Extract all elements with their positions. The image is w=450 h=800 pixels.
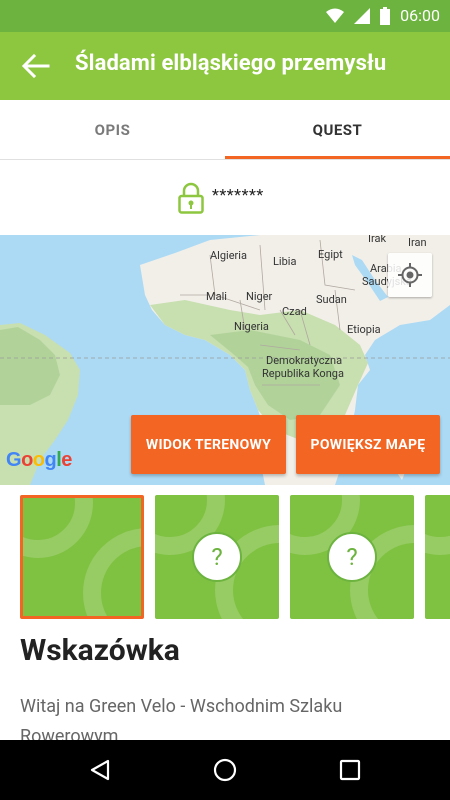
status-time: 06:00 [400,6,440,25]
wifi-icon [326,8,345,23]
thumbnail-pattern [23,498,93,558]
nav-recents-icon[interactable] [338,758,362,782]
map-label-irak: Irak [368,235,387,245]
app-bar: Śladami elbląskiego przemysłu [0,32,450,100]
tab-bar: OPIS QUEST [0,100,450,160]
thumbnail-pattern [83,528,141,616]
map-label-nigeria: Nigeria [234,320,269,333]
quest-thumbnail-2[interactable]: ? [155,495,279,619]
map-label-iran: Iran [408,236,427,249]
tab-opis[interactable]: OPIS [0,100,225,160]
password-row: ******* [0,161,450,235]
google-logo: Google [6,449,72,471]
terrain-view-button[interactable]: WIDOK TERENOWY [131,415,286,474]
enlarge-map-button[interactable]: POWIĘKSZ MAPĘ [296,415,440,474]
map-label-republika-konga: Republika Konga [262,367,344,380]
map-label-libia: Libia [273,255,297,268]
quest-thumbnails: ? ? [0,485,450,625]
map-label-algieria: Algieria [210,249,247,262]
map-label-demokratyczna: Demokratyczna [266,354,343,367]
question-mark-icon: ? [327,532,377,582]
tab-indicator [225,156,450,159]
battery-icon [380,6,391,25]
thumbnail-pattern [425,495,450,555]
map-label-niger: Niger [246,290,273,303]
signal-icon [354,7,371,24]
lock-icon [178,182,204,214]
nav-back-icon[interactable] [88,758,112,782]
arrow-back-icon[interactable] [20,52,50,80]
status-bar: 06:00 [0,0,450,32]
quest-thumbnail-1[interactable] [20,495,144,619]
map-label-mali: Mali [206,290,227,303]
quest-thumbnail-3[interactable]: ? [290,495,414,619]
question-mark-icon: ? [192,532,242,582]
page-title: Śladami elbląskiego przemysłu [75,51,387,76]
my-location-button[interactable] [388,253,432,297]
hint-title: Wskazówka [20,633,180,668]
quest-thumbnail-4[interactable] [425,495,450,619]
status-icons: 06:00 [326,6,440,25]
my-location-icon [398,263,422,287]
nav-home-icon[interactable] [213,758,237,782]
password-value: ******* [212,185,264,204]
tab-quest[interactable]: QUEST [225,100,450,160]
system-nav-bar [0,740,450,800]
map-label-egipt: Egipt [318,248,343,261]
map-label-czad: Czad [282,305,307,318]
map-label-etiopia: Etiopia [347,323,381,336]
map-label-sudan: Sudan [316,293,347,306]
